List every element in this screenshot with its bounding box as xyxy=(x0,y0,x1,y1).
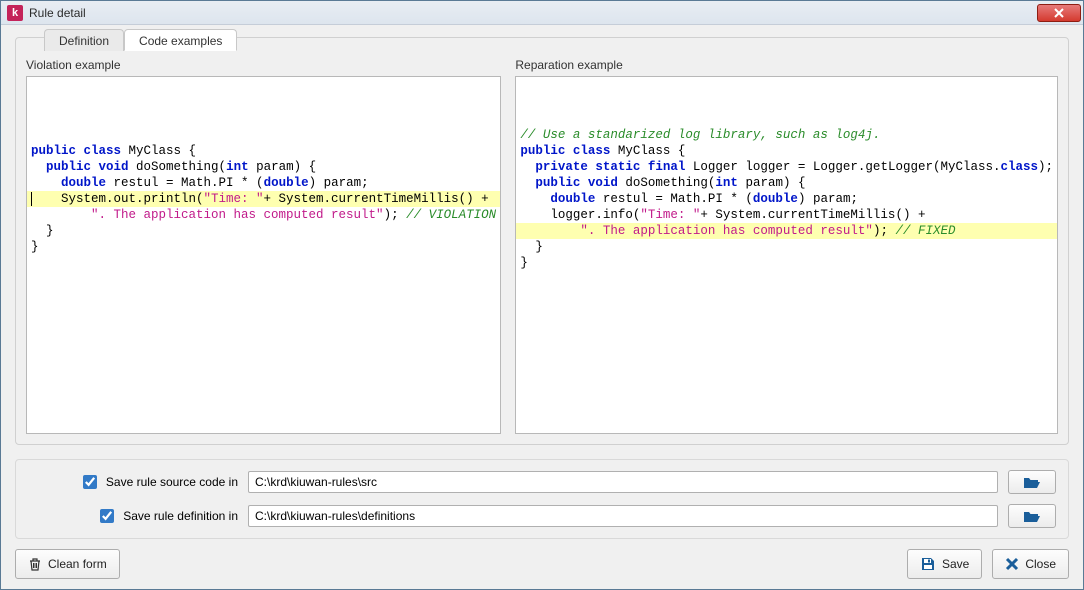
examples-row: Violation example public class MyClass {… xyxy=(26,58,1058,434)
violation-code: public class MyClass { public void doSom… xyxy=(31,143,496,255)
text-caret xyxy=(31,192,32,206)
browse-source-button[interactable] xyxy=(1008,470,1056,494)
clean-form-label: Clean form xyxy=(48,557,107,571)
folder-open-icon xyxy=(1023,475,1041,489)
save-definition-path-input[interactable] xyxy=(248,505,998,527)
folder-open-icon xyxy=(1023,509,1041,523)
button-row: Clean form Save Close xyxy=(15,549,1069,579)
trash-icon xyxy=(28,557,42,571)
save-options-panel: Save rule source code in Save rule defin… xyxy=(15,459,1069,539)
save-source-checkbox[interactable] xyxy=(83,475,97,489)
window-close-button[interactable] xyxy=(1037,4,1081,22)
rule-detail-window: k Rule detail Definition Code examples V… xyxy=(0,0,1084,590)
reparation-code: // Use a standarized log library, such a… xyxy=(520,127,1053,271)
tab-definition[interactable]: Definition xyxy=(44,29,124,51)
browse-definition-button[interactable] xyxy=(1008,504,1056,528)
violation-code-editor[interactable]: public class MyClass { public void doSom… xyxy=(26,76,501,434)
clean-form-button[interactable]: Clean form xyxy=(15,549,120,579)
tab-code-examples[interactable]: Code examples xyxy=(124,29,237,51)
window-title: Rule detail xyxy=(29,6,1037,20)
violation-example: Violation example public class MyClass {… xyxy=(26,58,501,434)
close-x-icon xyxy=(1005,557,1019,571)
save-definition-label: Save rule definition in xyxy=(123,509,238,523)
violation-label: Violation example xyxy=(26,58,501,72)
right-buttons: Save Close xyxy=(907,549,1069,579)
floppy-save-icon xyxy=(920,556,936,572)
save-definition-checkbox[interactable] xyxy=(100,509,114,523)
save-source-label-wrap: Save rule source code in xyxy=(28,472,238,492)
close-button[interactable]: Close xyxy=(992,549,1069,579)
save-definition-row: Save rule definition in xyxy=(28,504,1056,528)
tab-strip: Definition Code examples xyxy=(44,28,1058,50)
reparation-code-editor[interactable]: // Use a standarized log library, such a… xyxy=(515,76,1058,434)
save-definition-label-wrap: Save rule definition in xyxy=(28,506,238,526)
save-source-row: Save rule source code in xyxy=(28,470,1056,494)
close-icon xyxy=(1053,8,1065,18)
save-source-path-input[interactable] xyxy=(248,471,998,493)
reparation-label: Reparation example xyxy=(515,58,1058,72)
close-button-label: Close xyxy=(1025,557,1056,571)
content-area: Definition Code examples Violation examp… xyxy=(1,25,1083,589)
titlebar: k Rule detail xyxy=(1,1,1083,25)
save-source-label: Save rule source code in xyxy=(106,475,238,489)
reparation-example: Reparation example // Use a standarized … xyxy=(515,58,1058,434)
app-icon: k xyxy=(7,5,23,21)
examples-panel: Definition Code examples Violation examp… xyxy=(15,37,1069,445)
save-button[interactable]: Save xyxy=(907,549,982,579)
save-button-label: Save xyxy=(942,557,969,571)
